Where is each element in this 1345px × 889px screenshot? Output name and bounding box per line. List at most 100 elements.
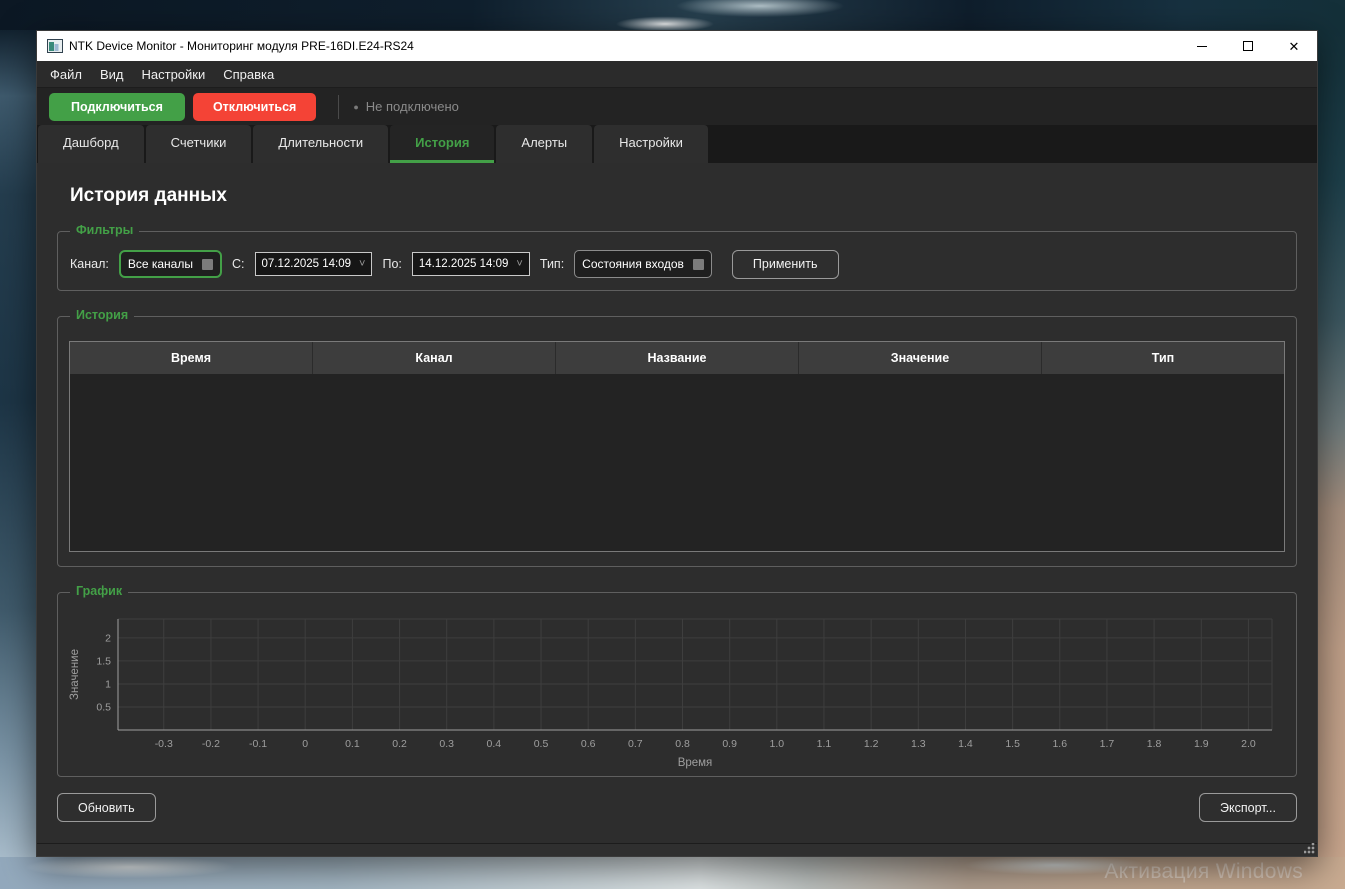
svg-text:0.5: 0.5 <box>534 738 549 750</box>
chart-legend: График <box>70 584 128 598</box>
history-page: История данных Фильтры Канал: Все каналы… <box>37 163 1317 843</box>
svg-text:1.3: 1.3 <box>911 738 926 750</box>
svg-text:1.5: 1.5 <box>1005 738 1020 750</box>
svg-text:0: 0 <box>302 738 308 750</box>
filters-groupbox: Фильтры Канал: Все каналы С: 07.12.2025 … <box>57 231 1297 291</box>
type-select-value: Состояния входов <box>582 257 684 271</box>
type-select[interactable]: Состояния входов <box>574 250 712 278</box>
app-window: NTK Device Monitor - Мониторинг модуля P… <box>36 30 1318 857</box>
export-button[interactable]: Экспорт... <box>1199 793 1297 822</box>
svg-text:Значение: Значение <box>69 649 81 700</box>
svg-text:1.6: 1.6 <box>1052 738 1067 750</box>
tab-durations[interactable]: Длительности <box>253 125 388 163</box>
column-header-time[interactable]: Время <box>70 342 313 374</box>
svg-text:1.5: 1.5 <box>96 655 111 667</box>
chart-groupbox: График -0.3-0.2-0.100.10.20.30.40.50.60.… <box>57 592 1297 777</box>
app-icon <box>47 39 63 53</box>
title-bar[interactable]: NTK Device Monitor - Мониторинг модуля P… <box>37 31 1317 61</box>
connection-status: ● Не подключено <box>353 99 459 114</box>
channel-label: Канал: <box>70 257 109 271</box>
tab-history[interactable]: История <box>390 125 494 163</box>
svg-text:Время: Время <box>678 757 713 769</box>
date-to-label: По: <box>382 257 401 271</box>
menu-file[interactable]: Файл <box>41 61 91 87</box>
svg-text:1.8: 1.8 <box>1147 738 1162 750</box>
type-label: Тип: <box>540 257 564 271</box>
resize-grip[interactable] <box>1304 843 1315 854</box>
svg-text:-0.2: -0.2 <box>202 738 220 750</box>
svg-text:0.9: 0.9 <box>722 738 737 750</box>
window-title: NTK Device Monitor - Мониторинг модуля P… <box>69 39 414 53</box>
column-header-type[interactable]: Тип <box>1042 342 1284 374</box>
minimize-icon <box>1197 46 1207 47</box>
date-to-value: 14.12.2025 14:09 <box>419 258 509 270</box>
tab-settings[interactable]: Настройки <box>594 125 708 163</box>
svg-text:0.7: 0.7 <box>628 738 643 750</box>
date-from-picker[interactable]: 07.12.2025 14:09 ˅ <box>255 252 373 276</box>
svg-text:-0.3: -0.3 <box>155 738 173 750</box>
maximize-button[interactable] <box>1225 31 1271 61</box>
svg-text:1.9: 1.9 <box>1194 738 1209 750</box>
toolbar-divider <box>338 95 339 119</box>
windows-activation-watermark: Активация Windows <box>1104 860 1303 884</box>
history-legend: История <box>70 308 134 322</box>
svg-text:1.7: 1.7 <box>1100 738 1115 750</box>
desktop-background-right <box>1318 30 1345 857</box>
tab-counters[interactable]: Счетчики <box>146 125 252 163</box>
svg-text:1.0: 1.0 <box>770 738 785 750</box>
refresh-button[interactable]: Обновить <box>57 793 156 822</box>
history-table-body <box>70 374 1284 551</box>
svg-text:0.4: 0.4 <box>487 738 502 750</box>
svg-text:0.1: 0.1 <box>345 738 360 750</box>
menu-view[interactable]: Вид <box>91 61 133 87</box>
tab-bar: Дашборд Счетчики Длительности История Ал… <box>37 125 1317 163</box>
svg-text:0.6: 0.6 <box>581 738 596 750</box>
svg-text:0.8: 0.8 <box>675 738 690 750</box>
column-header-channel[interactable]: Канал <box>313 342 556 374</box>
date-from-label: С: <box>232 257 245 271</box>
svg-text:0.3: 0.3 <box>439 738 454 750</box>
filters-legend: Фильтры <box>70 223 139 237</box>
date-from-value: 07.12.2025 14:09 <box>262 258 352 270</box>
connection-status-text: Не подключено <box>366 99 459 114</box>
dropdown-grip-icon <box>693 259 704 270</box>
desktop-background-left <box>0 30 36 857</box>
svg-text:0.2: 0.2 <box>392 738 407 750</box>
toolbar: Подключиться Отключиться ● Не подключено <box>37 87 1317 125</box>
date-to-picker[interactable]: 14.12.2025 14:09 ˅ <box>412 252 530 276</box>
column-header-name[interactable]: Название <box>556 342 799 374</box>
desktop-background-top <box>0 0 1345 30</box>
menu-settings[interactable]: Настройки <box>133 61 215 87</box>
column-header-value[interactable]: Значение <box>799 342 1042 374</box>
history-table-header: Время Канал Название Значение Тип <box>70 342 1284 374</box>
maximize-icon <box>1243 41 1253 51</box>
minimize-button[interactable] <box>1179 31 1225 61</box>
svg-text:1.1: 1.1 <box>817 738 832 750</box>
apply-button[interactable]: Применить <box>732 250 839 279</box>
history-groupbox: История Время Канал Название Значение Ти… <box>57 316 1297 567</box>
bottom-actions: Обновить Экспорт... <box>57 793 1297 822</box>
chevron-down-icon: ˅ <box>359 258 365 270</box>
menu-bar: Файл Вид Настройки Справка <box>37 61 1317 87</box>
channel-select-value: Все каналы <box>128 257 193 271</box>
svg-text:1: 1 <box>105 678 111 690</box>
connect-button[interactable]: Подключиться <box>49 93 185 121</box>
close-icon: ✕ <box>1289 40 1300 53</box>
chevron-down-icon: ˅ <box>516 258 522 270</box>
disconnect-button[interactable]: Отключиться <box>193 93 316 121</box>
dropdown-grip-icon <box>202 259 213 270</box>
status-dot-icon: ● <box>353 102 358 112</box>
tab-dashboard[interactable]: Дашборд <box>38 125 144 163</box>
tab-alerts[interactable]: Алерты <box>496 125 592 163</box>
channel-select[interactable]: Все каналы <box>119 250 222 278</box>
history-table: Время Канал Название Значение Тип <box>69 341 1285 552</box>
svg-text:1.4: 1.4 <box>958 738 973 750</box>
page-title: История данных <box>70 185 1297 207</box>
menu-help[interactable]: Справка <box>214 61 283 87</box>
close-button[interactable]: ✕ <box>1271 31 1317 61</box>
desktop-background: Активация Windows NTK Device Monitor - М… <box>0 0 1345 889</box>
history-chart: -0.3-0.2-0.100.10.20.30.40.50.60.70.80.9… <box>66 603 1288 774</box>
svg-text:1.2: 1.2 <box>864 738 879 750</box>
status-bar <box>37 843 1317 856</box>
svg-text:2.0: 2.0 <box>1241 738 1256 750</box>
